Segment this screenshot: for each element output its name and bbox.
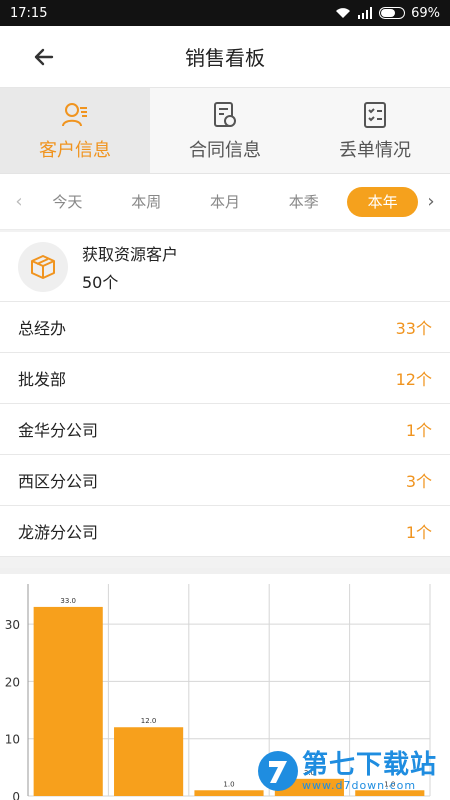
- watermark-url: www.d7down.com: [302, 778, 417, 792]
- status-time: 17:15: [10, 5, 48, 21]
- battery-percent: 69%: [411, 5, 440, 21]
- watermark-title: 第七下载站: [302, 749, 438, 780]
- y-tick-label: 10: [5, 733, 20, 747]
- bar-value-label: 1.0: [223, 780, 234, 788]
- y-tick-label: 0: [12, 790, 20, 800]
- contract-icon: [214, 101, 236, 127]
- list-item-name: 金华分公司: [18, 421, 99, 440]
- chevron-right-icon[interactable]: ›: [422, 191, 440, 212]
- watermark-logo-icon: [258, 751, 298, 791]
- bar-value-label: 33.0: [60, 597, 76, 605]
- bar: [33, 606, 103, 796]
- list-item[interactable]: 西区分公司 3个: [0, 455, 450, 506]
- tab-label: 客户信息: [39, 139, 111, 161]
- list-item-value: 3个: [405, 472, 432, 491]
- list-item-value: 12个: [395, 370, 432, 389]
- status-bar: 17:15 69%: [0, 0, 450, 26]
- tab-contract-info[interactable]: 合同信息: [150, 88, 300, 173]
- bar: [194, 790, 264, 796]
- period-month[interactable]: 本月: [190, 187, 261, 217]
- period-selector: ‹ 今天 本周 本月 本季 本年 ›: [0, 174, 450, 230]
- list-item-value: 1个: [405, 523, 432, 542]
- checklist-icon: [364, 101, 386, 128]
- tab-bar: 客户信息 合同信息 丢单情况: [0, 88, 450, 174]
- list-item-name: 总经办: [18, 319, 67, 338]
- resource-summary: 获取资源客户 50个: [0, 232, 450, 302]
- chevron-left-icon[interactable]: ‹: [10, 191, 28, 212]
- department-list: 总经办 33个 批发部 12个 金华分公司 1个 西区分公司 3个 龙游分公司 …: [0, 302, 450, 557]
- signal-icon: [358, 7, 373, 19]
- page-title: 销售看板: [185, 46, 265, 70]
- wifi-icon: [336, 8, 351, 18]
- list-item-name: 西区分公司: [18, 472, 99, 491]
- list-item-name: 龙游分公司: [18, 523, 99, 542]
- tab-customer-info[interactable]: 客户信息: [0, 88, 150, 173]
- list-item[interactable]: 总经办 33个: [0, 302, 450, 353]
- battery-icon: [379, 7, 406, 19]
- list-item[interactable]: 金华分公司 1个: [0, 404, 450, 455]
- period-year[interactable]: 本年: [347, 186, 418, 217]
- summary-icon-wrap: [18, 241, 68, 292]
- bar: [114, 727, 184, 796]
- list-item-value: 1个: [405, 421, 432, 440]
- customer-icon: [62, 102, 87, 126]
- y-tick-label: 30: [5, 618, 20, 632]
- y-tick-label: 20: [5, 675, 20, 689]
- list-item-value: 33个: [395, 319, 432, 338]
- tab-label: 合同信息: [189, 139, 261, 161]
- list-item[interactable]: 批发部 12个: [0, 353, 450, 404]
- watermark: 第七下载站 www.d7down.com: [256, 742, 450, 800]
- period-week[interactable]: 本周: [111, 187, 182, 217]
- summary-count: 50个: [82, 272, 119, 292]
- list-item[interactable]: 龙游分公司 1个: [0, 506, 450, 557]
- bar-value-label: 12.0: [141, 717, 157, 725]
- period-quarter[interactable]: 本季: [268, 187, 339, 217]
- tab-label: 丢单情况: [339, 139, 411, 161]
- status-indicators: 69%: [335, 6, 440, 21]
- app-header: 销售看板: [0, 26, 450, 88]
- tab-lost-orders[interactable]: 丢单情况: [300, 88, 450, 173]
- back-arrow-icon[interactable]: [30, 43, 58, 71]
- box-icon: [31, 254, 55, 279]
- summary-label: 获取资源客户: [82, 244, 179, 264]
- period-today[interactable]: 今天: [32, 187, 103, 217]
- list-item-name: 批发部: [18, 370, 67, 389]
